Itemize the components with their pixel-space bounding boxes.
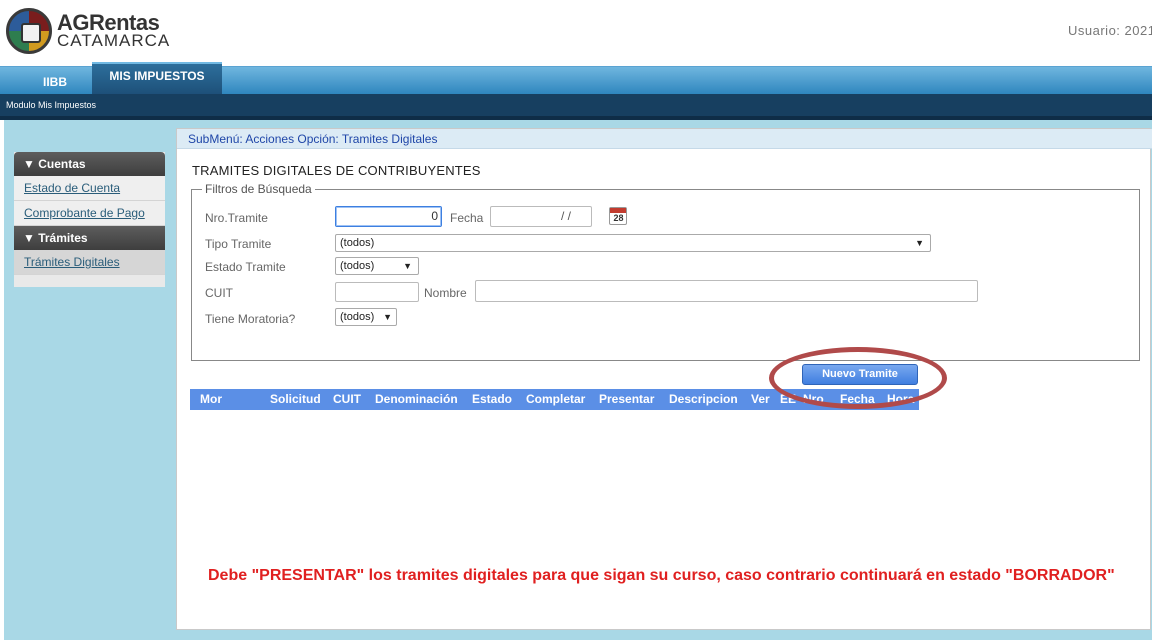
column-completar[interactable]: Completar	[526, 389, 585, 410]
nro-tramite-input[interactable]: 0	[335, 206, 442, 227]
header: AGRentas CATAMARCA Usuario: 2021	[0, 0, 1152, 66]
nro-tramite-label: Nro.Tramite	[205, 211, 268, 225]
brand-subtitle: CATAMARCA	[57, 31, 171, 50]
column-cuit[interactable]: CUIT	[333, 389, 361, 410]
presentar-warning: Debe "PRESENTAR" los tramites digitales …	[208, 567, 1115, 584]
main-nav: IIBB MIS IMPUESTOS	[0, 62, 1152, 95]
column-descripcion[interactable]: Descripcion	[669, 389, 738, 410]
page-title: TRAMITES DIGITALES DE CONTRIBUYENTES	[192, 163, 481, 178]
highlight-ring	[769, 347, 947, 409]
tipo-tramite-label: Tipo Tramite	[205, 237, 272, 251]
chevron-down-icon: ▼	[915, 238, 924, 248]
chevron-down-icon: ▼	[403, 261, 412, 271]
cuit-label: CUIT	[205, 286, 233, 300]
agrentas-logo-icon	[6, 8, 52, 54]
tab-mis-impuestos[interactable]: MIS IMPUESTOS	[92, 62, 222, 95]
calendar-day: 28	[613, 213, 624, 223]
user-label: Usuario: 2021	[1068, 23, 1152, 38]
filters-legend: Filtros de Búsqueda	[202, 182, 315, 196]
sidebar-section-cuentas[interactable]: ▼ Cuentas	[14, 152, 165, 176]
sidebar-item-comprobante-de-pago[interactable]: Comprobante de Pago	[14, 201, 165, 226]
column-presentar[interactable]: Presentar	[599, 389, 654, 410]
cuit-input[interactable]	[335, 282, 419, 302]
column-estado[interactable]: Estado	[472, 389, 512, 410]
nombre-input[interactable]	[475, 280, 978, 302]
submenu-breadcrumb: SubMenú: Acciones Opción: Tramites Digit…	[177, 129, 1152, 149]
column-ver[interactable]: Ver	[751, 389, 770, 410]
sidebar-item-estado-de-cuenta[interactable]: Estado de Cuenta	[14, 176, 165, 201]
tipo-tramite-select[interactable]: (todos) ▼	[335, 234, 931, 252]
column-denominacion[interactable]: Denominación	[375, 389, 458, 410]
sidebar-section-tramites[interactable]: ▼ Trámites	[14, 226, 165, 250]
moratoria-label: Tiene Moratoria?	[205, 312, 296, 326]
sidebar: ▼ Cuentas Estado de Cuenta Comprobante d…	[14, 152, 165, 287]
moratoria-select[interactable]: (todos) ▼	[335, 308, 397, 326]
estado-tramite-select[interactable]: (todos) ▼	[335, 257, 419, 275]
moratoria-value: (todos)	[340, 311, 375, 323]
module-bar: Modulo Mis Impuestos	[0, 94, 1152, 116]
content-panel: SubMenú: Acciones Opción: Tramites Digit…	[176, 128, 1152, 630]
estado-tramite-value: (todos)	[340, 260, 375, 272]
calendar-icon[interactable]: 28	[609, 207, 627, 225]
search-filters: Filtros de Búsqueda Nro.Tramite 0 Fecha …	[191, 182, 1140, 361]
column-mor[interactable]: Mor	[200, 389, 222, 410]
estado-tramite-label: Estado Tramite	[205, 260, 286, 274]
sidebar-item-tramites-digitales[interactable]: Trámites Digitales	[14, 250, 165, 275]
column-solicitud[interactable]: Solicitud	[270, 389, 321, 410]
fecha-label: Fecha	[450, 211, 484, 225]
nombre-label: Nombre	[424, 286, 467, 300]
tipo-tramite-value: (todos)	[340, 237, 375, 249]
chevron-down-icon: ▼	[383, 312, 392, 322]
fecha-input[interactable]: / /	[490, 206, 592, 227]
